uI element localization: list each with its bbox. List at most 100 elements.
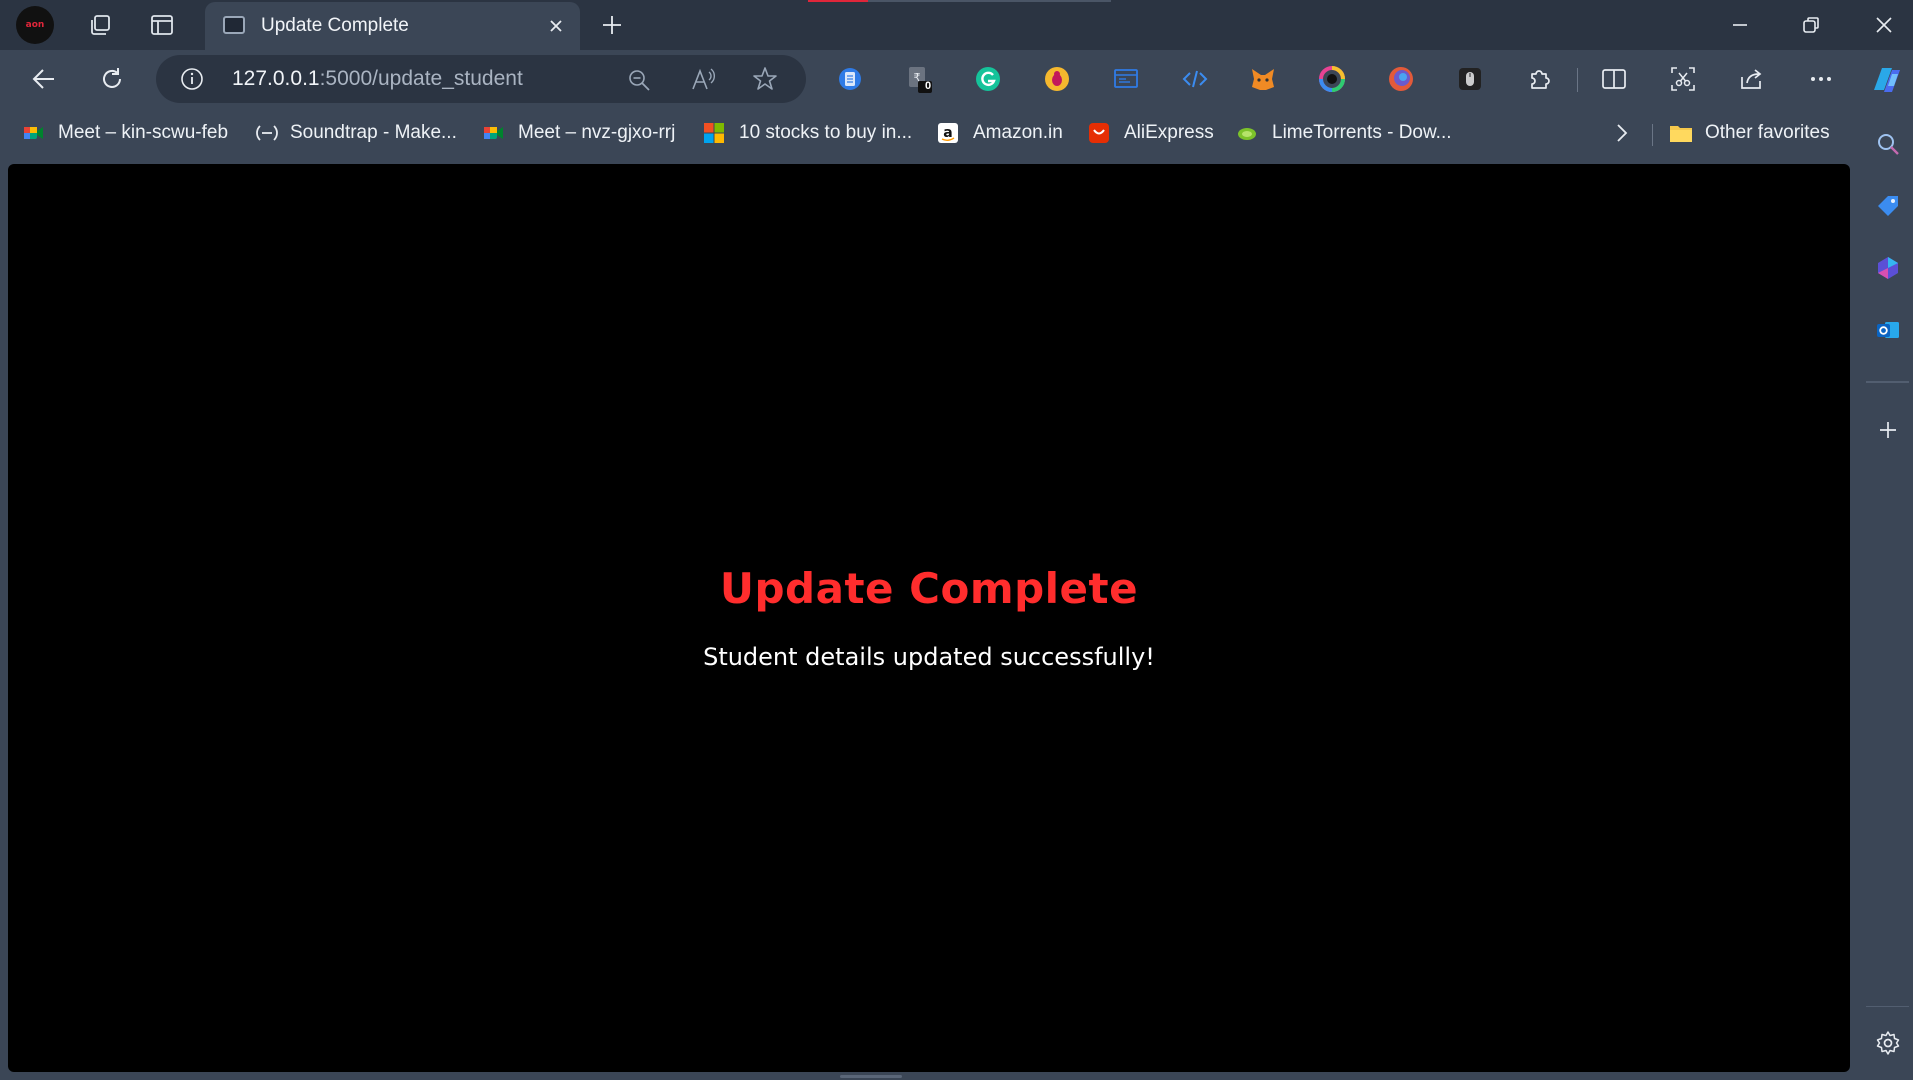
rupee-extension-button[interactable]: ₹ 0 — [904, 64, 934, 94]
sidebar-search-button[interactable] — [1872, 128, 1904, 160]
back-button[interactable] — [22, 59, 66, 99]
grammarly-icon — [974, 65, 1002, 93]
window-close-button[interactable] — [1862, 6, 1906, 44]
edge-sidebar — [1862, 108, 1913, 1080]
google-meet-icon — [482, 122, 504, 144]
sidebar-bottom-divider — [1866, 1006, 1909, 1007]
window-extension-button[interactable] — [1111, 64, 1141, 94]
sidebar-outlook-button[interactable] — [1872, 314, 1904, 346]
vertical-tabs-button[interactable] — [140, 6, 184, 44]
bookmark-stocks[interactable]: 10 stocks to buy in... — [703, 118, 912, 148]
google-meet-icon — [22, 122, 44, 144]
code-icon — [1181, 65, 1209, 93]
bookmark-label: Other favorites — [1705, 122, 1830, 143]
tab-strip-track — [868, 0, 1111, 2]
site-info-icon[interactable] — [180, 67, 204, 91]
sidebar-m365-button[interactable] — [1872, 252, 1904, 284]
bookmark-amazon[interactable]: a Amazon.in — [937, 118, 1063, 148]
bookmark-soundtrap[interactable]: Soundtrap - Make... — [254, 118, 457, 148]
restore-button[interactable] — [1789, 6, 1833, 44]
bookmark-meet-1[interactable]: Meet – kin-scwu-feb — [22, 118, 228, 148]
fox-icon — [1249, 65, 1277, 93]
url-host: 127.0.0.1 — [232, 67, 320, 90]
url-text[interactable]: 127.0.0.1:5000/update_student — [232, 67, 523, 91]
tag-icon — [1875, 193, 1901, 219]
devtools-extension-button[interactable] — [1180, 64, 1210, 94]
sidebar-add-button[interactable] — [1872, 414, 1904, 446]
soundtrap-icon — [254, 122, 278, 144]
mouse-extension-button[interactable] — [1455, 64, 1485, 94]
bug-extension-button[interactable] — [1042, 64, 1072, 94]
star-icon[interactable] — [752, 66, 778, 92]
refresh-button[interactable] — [90, 59, 134, 99]
bookmark-other-favorites[interactable]: Other favorites — [1669, 118, 1830, 148]
url-path: :5000/update_student — [319, 67, 523, 90]
gear-icon — [1875, 1030, 1901, 1056]
success-message: Student details updated successfully! — [703, 643, 1155, 671]
more-icon — [1807, 65, 1835, 93]
share-button[interactable] — [1737, 64, 1767, 94]
minimize-icon — [1730, 15, 1750, 35]
zoom-out-icon[interactable] — [626, 67, 652, 93]
bug-icon — [1043, 65, 1071, 93]
puzzle-icon — [1526, 65, 1554, 93]
restore-icon — [1801, 15, 1821, 35]
outlook-icon — [1875, 317, 1901, 343]
bookmark-meet-2[interactable]: Meet – nvz-gjxo-rrj — [482, 118, 675, 148]
share-icon — [1738, 65, 1766, 93]
metamask-extension-button[interactable] — [1248, 64, 1278, 94]
read-aloud-icon[interactable] — [690, 67, 716, 93]
workspaces-icon — [87, 12, 113, 38]
docs-extension-button[interactable] — [835, 64, 865, 94]
split-screen-icon — [1600, 65, 1628, 93]
microsoft-365-icon — [1875, 255, 1901, 281]
firefox-icon — [1387, 65, 1415, 93]
profile-avatar[interactable]: aon — [16, 6, 54, 44]
bookmark-label: Meet – kin-scwu-feb — [58, 122, 229, 143]
microsoft-icon — [703, 122, 725, 144]
color-picker-extension-button[interactable] — [1317, 64, 1347, 94]
bookmark-label: Amazon.in — [973, 122, 1063, 143]
extensions-button[interactable] — [1525, 64, 1555, 94]
bookmarks-bar: Meet – kin-scwu-feb Soundtrap - Make... … — [0, 110, 1862, 156]
bookmark-label: LimeTorrents - Dow... — [1272, 122, 1452, 143]
color-ring-icon — [1318, 65, 1346, 93]
new-tab-button[interactable] — [590, 6, 634, 44]
copilot-icon — [1866, 60, 1906, 100]
firefox-relay-extension-button[interactable] — [1386, 64, 1416, 94]
search-icon — [1875, 131, 1901, 157]
profile-badge-text: aon — [25, 20, 45, 30]
web-capture-button[interactable] — [1668, 64, 1698, 94]
settings-more-button[interactable] — [1806, 64, 1836, 94]
sidebar-settings-button[interactable] — [1872, 1027, 1904, 1059]
bookmark-limetorrents[interactable]: LimeTorrents - Dow... — [1236, 118, 1452, 148]
toolbar-divider — [1577, 68, 1578, 92]
bookmark-aliexpress[interactable]: AliExpress — [1088, 118, 1214, 148]
address-bar[interactable]: 127.0.0.1:5000/update_student — [156, 55, 806, 103]
tab-close-button[interactable] — [542, 12, 570, 40]
horizontal-scrollbar-thumb[interactable] — [840, 1075, 902, 1078]
split-screen-button[interactable] — [1599, 64, 1629, 94]
aliexpress-icon — [1088, 122, 1110, 144]
bookmark-label: 10 stocks to buy in... — [739, 122, 913, 143]
workspaces-button[interactable] — [78, 6, 122, 44]
mouse-icon — [1456, 65, 1484, 93]
svg-text:a: a — [943, 125, 952, 141]
lime-icon — [1236, 122, 1258, 144]
minimize-button[interactable] — [1718, 6, 1762, 44]
sidebar-shopping-button[interactable] — [1872, 190, 1904, 222]
scissors-icon — [1669, 65, 1697, 93]
grammarly-extension-button[interactable] — [973, 64, 1003, 94]
page-viewport: Update Complete Student details updated … — [8, 164, 1850, 1072]
bookmarks-overflow-button[interactable] — [1612, 118, 1632, 148]
amazon-icon: a — [937, 122, 959, 144]
tab-title: Update Complete — [261, 15, 409, 36]
terminal-favicon-icon — [223, 16, 245, 34]
bookmark-label: Soundtrap - Make... — [290, 122, 457, 143]
tab-update-complete[interactable]: Update Complete — [205, 2, 580, 50]
chevron-right-icon — [1612, 122, 1632, 144]
browser-toolbar: 127.0.0.1:5000/update_student ₹ 0 — [0, 50, 1862, 108]
sidebar-divider — [1866, 381, 1909, 383]
copilot-button[interactable] — [1866, 60, 1906, 100]
tab-actions-icon — [149, 12, 175, 38]
